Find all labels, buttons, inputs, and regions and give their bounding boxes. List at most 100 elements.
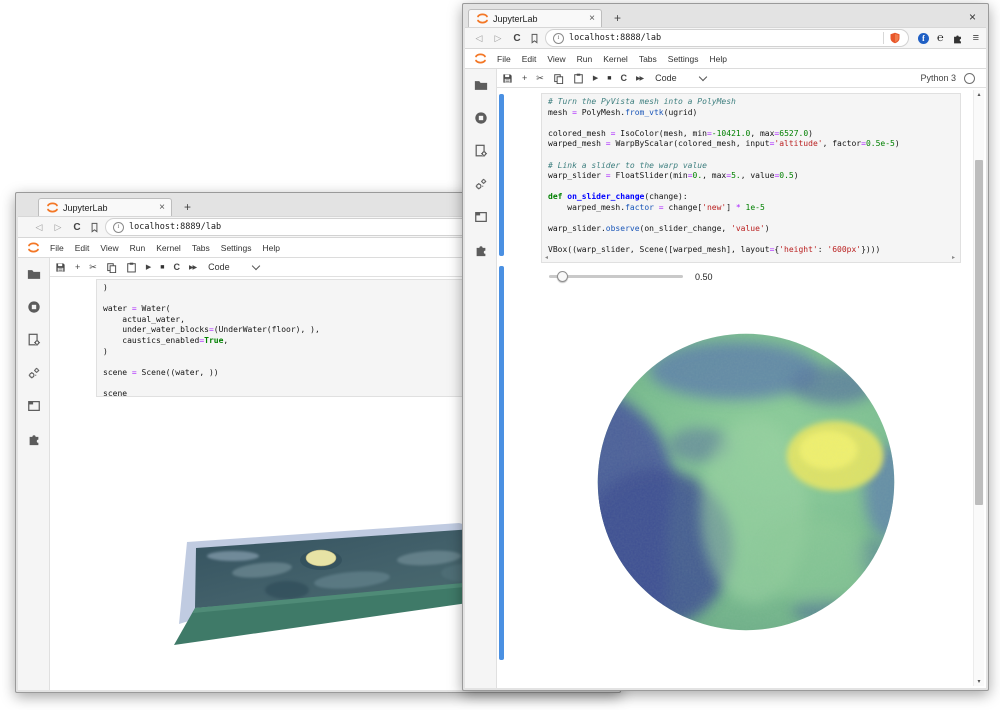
reload-icon[interactable]: C <box>70 222 84 233</box>
paste-icon[interactable] <box>573 73 584 84</box>
divider <box>883 32 884 44</box>
menu-item-help[interactable]: Help <box>710 54 727 64</box>
property-inspector-icon[interactable] <box>27 333 41 347</box>
globe-texture <box>591 327 901 637</box>
browser-tab[interactable]: JupyterLab × <box>468 9 602 27</box>
menu-item-file[interactable]: File <box>50 243 64 253</box>
browser-tab[interactable]: JupyterLab × <box>38 198 172 216</box>
code-line: warped_mesh = WarpByScalar(colored_mesh,… <box>548 139 960 150</box>
run-icon[interactable]: ▶ <box>146 263 151 271</box>
nav-forward-icon[interactable]: ▷ <box>491 33 505 44</box>
save-icon[interactable] <box>502 73 513 84</box>
browser-window-front: JupyterLab × + × ◁ ▷ C i localhost:8888/… <box>462 3 989 691</box>
restart-kernel-icon[interactable]: C <box>173 262 180 273</box>
warp-slider-track[interactable] <box>549 275 683 278</box>
bookmark-icon[interactable] <box>89 222 100 233</box>
menu-item-edit[interactable]: Edit <box>75 243 90 253</box>
running-kernels-icon[interactable] <box>474 111 488 125</box>
chevron-down-icon <box>698 72 706 80</box>
nav-back-icon[interactable]: ◁ <box>472 33 486 44</box>
menu-item-kernel[interactable]: Kernel <box>603 54 628 64</box>
restart-kernel-icon[interactable]: C <box>620 73 627 84</box>
scrollbar-thumb[interactable] <box>975 160 983 505</box>
menu-item-view[interactable]: View <box>100 243 118 253</box>
menu-item-file[interactable]: File <box>497 54 511 64</box>
url-bar[interactable]: i localhost:8888/lab <box>545 29 909 47</box>
menu-item-edit[interactable]: Edit <box>522 54 537 64</box>
menu-item-tabs[interactable]: Tabs <box>192 243 210 253</box>
tab-close-icon[interactable]: × <box>159 203 165 213</box>
kernel-name[interactable]: Python 3 <box>920 73 956 84</box>
globe-3d-output[interactable] <box>591 327 901 637</box>
cut-icon[interactable]: ✂ <box>536 73 544 84</box>
tab-close-icon[interactable]: × <box>589 14 595 24</box>
bookmark-icon[interactable] <box>529 33 540 44</box>
restart-run-all-icon[interactable]: ▶▶ <box>636 75 643 82</box>
run-icon[interactable]: ▶ <box>593 74 598 82</box>
add-cell-icon[interactable]: + <box>522 73 527 84</box>
open-tabs-icon[interactable] <box>27 399 41 413</box>
menu-item-run[interactable]: Run <box>577 54 593 64</box>
notebook-toolbar: + ✂ ▶ ■ C ▶▶ Code Python 3 <box>497 69 986 88</box>
shield-icon[interactable] <box>889 32 901 44</box>
site-info-icon[interactable]: i <box>113 222 124 233</box>
reload-icon[interactable]: C <box>510 33 524 44</box>
menu-item-run[interactable]: Run <box>130 243 146 253</box>
kernel-sessions-icon[interactable] <box>474 177 488 191</box>
scroll-down-icon[interactable]: ▾ <box>974 678 984 685</box>
copy-icon[interactable] <box>553 73 564 84</box>
code-line: warp_slider = FloatSlider(min=0., max=5.… <box>548 171 960 182</box>
property-inspector-icon[interactable] <box>474 144 488 158</box>
copy-icon[interactable] <box>106 262 117 273</box>
new-tab-button[interactable]: + <box>614 11 621 25</box>
running-kernels-icon[interactable] <box>27 300 41 314</box>
extensions-puzzle-icon[interactable] <box>952 33 963 44</box>
new-tab-button[interactable]: + <box>184 200 191 214</box>
hscroll-left-icon[interactable]: ◂ <box>545 255 548 262</box>
paste-icon[interactable] <box>126 262 137 273</box>
extension-manager-icon[interactable] <box>474 243 488 257</box>
extension-account-icon[interactable]: f <box>918 33 929 44</box>
stop-icon[interactable]: ■ <box>160 264 164 271</box>
menu-item-view[interactable]: View <box>547 54 565 64</box>
tab-title: JupyterLab <box>63 203 159 213</box>
menu-item-kernel[interactable]: Kernel <box>156 243 181 253</box>
notebook-scrollbar[interactable]: ▴ ▾ <box>973 90 984 686</box>
code-cell[interactable]: # Turn the PyVista mesh into a PolyMeshm… <box>541 93 961 263</box>
nav-back-icon[interactable]: ◁ <box>32 222 46 233</box>
code-line <box>548 118 960 129</box>
left-sidebar <box>465 69 497 688</box>
scroll-up-icon[interactable]: ▴ <box>974 91 984 98</box>
jupyter-logo-icon <box>475 11 490 26</box>
cell-collapser[interactable] <box>499 94 504 256</box>
warp-slider-handle[interactable] <box>557 271 568 282</box>
kernel-sessions-icon[interactable] <box>27 366 41 380</box>
open-tabs-icon[interactable] <box>474 210 488 224</box>
file-browser-icon[interactable] <box>27 267 41 281</box>
extension-manager-icon[interactable] <box>27 432 41 446</box>
hscroll-right-icon[interactable]: ▸ <box>952 255 955 262</box>
site-info-icon[interactable]: i <box>553 33 564 44</box>
cut-icon[interactable]: ✂ <box>89 262 97 273</box>
file-browser-icon[interactable] <box>474 78 488 92</box>
extension-privacy-icon[interactable]: ℮ <box>937 33 944 44</box>
menu-item-help[interactable]: Help <box>263 243 280 253</box>
code-line <box>548 235 960 246</box>
cell-type-dropdown[interactable]: Code <box>655 73 677 83</box>
restart-run-all-icon[interactable]: ▶▶ <box>189 264 196 271</box>
notebook-area[interactable]: # Turn the PyVista mesh into a PolyMeshm… <box>497 88 986 688</box>
add-cell-icon[interactable]: + <box>75 262 80 273</box>
output-collapser[interactable] <box>499 266 504 660</box>
chevron-down-icon <box>251 261 259 269</box>
cell-type-dropdown[interactable]: Code <box>208 262 230 272</box>
save-icon[interactable] <box>55 262 66 273</box>
window-close-icon[interactable]: × <box>969 10 976 24</box>
menu-item-settings[interactable]: Settings <box>668 54 699 64</box>
nav-forward-icon[interactable]: ▷ <box>51 222 65 233</box>
menu-item-settings[interactable]: Settings <box>221 243 252 253</box>
browser-menu-icon[interactable]: ≡ <box>973 32 979 44</box>
stop-icon[interactable]: ■ <box>607 75 611 82</box>
menu-item-tabs[interactable]: Tabs <box>639 54 657 64</box>
kernel-status-icon[interactable] <box>964 73 975 84</box>
tab-title: JupyterLab <box>493 14 589 24</box>
